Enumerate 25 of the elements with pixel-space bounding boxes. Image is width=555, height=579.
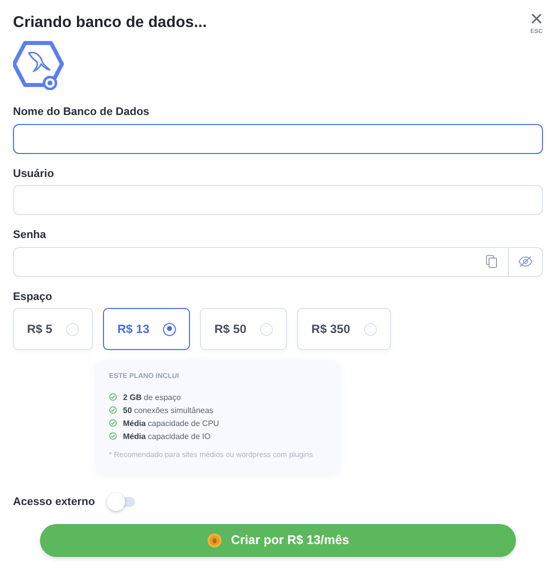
- text-field[interactable]: [13, 124, 543, 154]
- field-label: Usuário: [13, 166, 54, 182]
- field-label: Senha: [13, 228, 46, 243]
- feature-text: 2 GB de espaço: [123, 392, 181, 404]
- database-logo-icon: [13, 39, 64, 90]
- password-field[interactable]: [13, 246, 543, 276]
- check-circle-icon: [109, 432, 117, 440]
- dialog-title: Criando banco de dados...: [13, 14, 207, 33]
- copy-icon: [486, 255, 496, 268]
- plan-option[interactable]: R$ 50: [200, 308, 288, 350]
- feature-text: 50 conexões simultâneas: [123, 404, 214, 416]
- check-circle-icon: [109, 393, 117, 401]
- field-label: Espaço: [13, 290, 52, 304]
- check-circle-icon: [109, 419, 117, 427]
- hidden-eye-icon: [518, 256, 533, 267]
- toggle-label: Acesso externo: [13, 494, 95, 510]
- plan-option[interactable]: R$ 350: [297, 308, 392, 350]
- check-circle-icon: [109, 406, 117, 414]
- field-label: Nome do Banco de Dados: [13, 105, 150, 120]
- feature-text: Média capacidade de CPU: [123, 418, 220, 430]
- feature-text: Média capacidade de IO: [123, 430, 211, 442]
- close-button[interactable]: ×: [530, 10, 543, 28]
- coin-icon: [206, 533, 222, 548]
- plan-option[interactable]: R$ 13: [103, 308, 190, 350]
- plan-option[interactable]: R$ 5: [13, 308, 94, 350]
